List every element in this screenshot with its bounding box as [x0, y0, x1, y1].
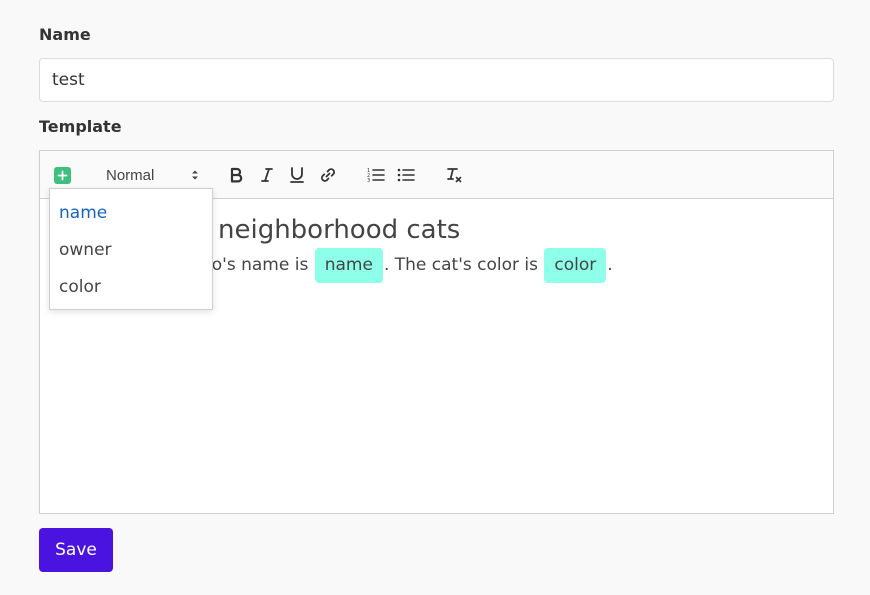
link-button[interactable] — [318, 165, 338, 185]
save-button[interactable]: Save — [39, 528, 113, 572]
italic-icon — [261, 168, 273, 182]
clear-format-button[interactable] — [444, 165, 464, 185]
bold-button[interactable] — [226, 165, 246, 185]
clear-format-icon — [447, 168, 462, 183]
add-variable-button[interactable] — [54, 167, 71, 184]
editor-heading: neighborhood cats — [218, 215, 461, 245]
variable-dropdown: name owner color — [49, 188, 213, 310]
bullet-list-button[interactable] — [396, 165, 416, 185]
dropdown-item-name[interactable]: name — [50, 199, 212, 236]
bullet-list-icon — [397, 168, 415, 182]
underline-icon — [290, 167, 304, 183]
dropdown-item-owner[interactable]: owner — [50, 236, 212, 273]
variable-chip-color[interactable]: color — [544, 248, 607, 283]
italic-button[interactable] — [257, 165, 277, 185]
plus-icon — [57, 170, 68, 181]
name-input[interactable] — [39, 58, 834, 102]
paragraph-text-suffix: . — [607, 255, 613, 275]
template-label: Template — [39, 117, 122, 136]
link-icon — [321, 168, 335, 182]
paragraph-text-prefix: ho's name is — [201, 255, 314, 275]
select-arrows-icon — [192, 170, 198, 180]
svg-text:3: 3 — [367, 178, 370, 183]
editor-paragraph: ho's name is name. The cat's color is co… — [201, 248, 613, 283]
name-label: Name — [39, 25, 91, 44]
variable-chip-name[interactable]: name — [314, 248, 383, 283]
bold-icon — [230, 167, 243, 183]
header-format-select[interactable]: Normal — [106, 163, 200, 187]
dropdown-item-color[interactable]: color — [50, 273, 212, 310]
paragraph-text-middle: . The cat's color is — [383, 255, 544, 275]
ordered-list-button[interactable]: 1 2 3 — [366, 165, 386, 185]
ordered-list-icon: 1 2 3 — [367, 168, 385, 183]
header-format-value: Normal — [106, 166, 155, 184]
underline-button[interactable] — [287, 165, 307, 185]
